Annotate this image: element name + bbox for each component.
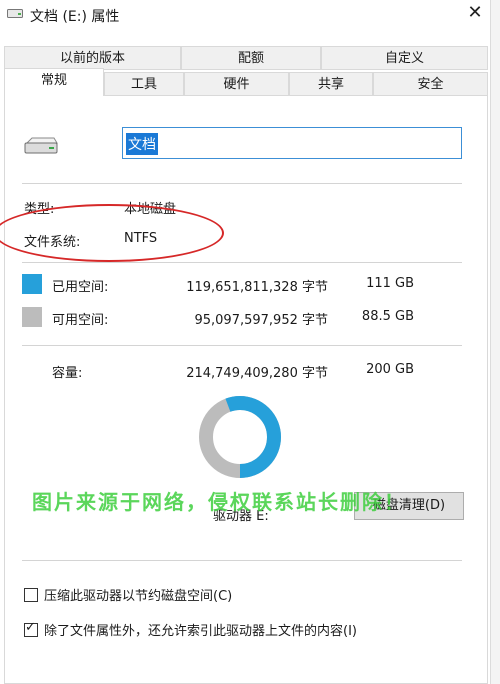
type-label: 类型: <box>24 202 55 217</box>
capacity-label: 容量: <box>52 366 83 381</box>
window-edge <box>490 0 500 684</box>
tab-previous-versions[interactable]: 以前的版本 <box>4 46 181 70</box>
tab-security[interactable]: 安全 <box>373 72 488 96</box>
separator <box>22 560 462 561</box>
free-space-size: 88.5 GB <box>361 309 414 324</box>
drive-icon <box>24 137 58 154</box>
separator <box>22 262 462 263</box>
used-space-swatch <box>22 274 42 294</box>
disk-cleanup-button[interactable]: 磁盘清理(D) <box>354 492 464 520</box>
used-space-size: 111 GB <box>366 276 414 291</box>
usage-donut-chart <box>199 396 281 478</box>
compress-checkbox[interactable] <box>24 587 38 602</box>
separator <box>22 345 462 346</box>
filesystem-label: 文件系统: <box>24 235 81 250</box>
drive-letter-label: 驱动器 E: <box>213 509 269 524</box>
free-space-swatch <box>22 307 42 327</box>
drive-icon <box>7 9 23 18</box>
capacity-bytes: 214,749,409,280 字节 <box>186 366 328 381</box>
title-bar: 文档 (E:) 属性 ✕ <box>0 0 500 30</box>
separator <box>22 183 462 184</box>
tab-tools[interactable]: 工具 <box>104 72 184 96</box>
index-contents-option[interactable]: ✓ 除了文件属性外，还允许索引此驱动器上文件的内容(I) <box>24 620 357 639</box>
tab-sharing[interactable]: 共享 <box>289 72 373 96</box>
compress-label: 压缩此驱动器以节约磁盘空间(C) <box>44 589 233 604</box>
tab-general[interactable]: 常规 <box>4 68 104 96</box>
used-space-label: 已用空间: <box>52 280 109 295</box>
free-space-bytes: 95,097,597,952 字节 <box>194 313 328 328</box>
window-title: 文档 (E:) 属性 <box>30 9 120 25</box>
tab-quota[interactable]: 配额 <box>181 46 321 70</box>
compress-drive-option[interactable]: 压缩此驱动器以节约磁盘空间(C) <box>24 585 232 604</box>
filesystem-value: NTFS <box>124 231 158 246</box>
checkmark-icon: ✓ <box>25 619 36 635</box>
index-label: 除了文件属性外，还允许索引此驱动器上文件的内容(I) <box>44 624 357 639</box>
type-value: 本地磁盘 <box>124 202 177 217</box>
used-space-bytes: 119,651,811,328 字节 <box>186 280 328 295</box>
tab-hardware[interactable]: 硬件 <box>184 72 289 96</box>
tab-customize[interactable]: 自定义 <box>321 46 488 70</box>
capacity-size: 200 GB <box>366 362 414 377</box>
close-button[interactable]: ✕ <box>458 0 492 28</box>
index-checkbox[interactable]: ✓ <box>24 619 38 637</box>
volume-name-input[interactable] <box>122 127 462 159</box>
free-space-label: 可用空间: <box>52 313 109 328</box>
